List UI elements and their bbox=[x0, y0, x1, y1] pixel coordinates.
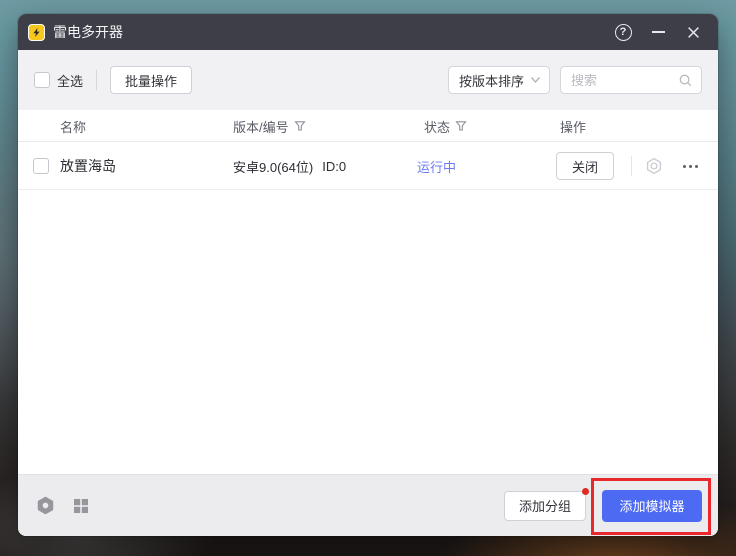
footer-bar: 添加分组 添加模拟器 bbox=[18, 474, 718, 536]
grid-icon bbox=[73, 498, 89, 514]
grid-view-button[interactable] bbox=[70, 495, 92, 517]
emulator-version-cell: 安卓9.0(64位) ID:0 bbox=[233, 142, 346, 190]
more-options-button[interactable] bbox=[678, 156, 702, 176]
emulator-id: ID:0 bbox=[322, 159, 346, 174]
toolbar: 全选 批量操作 按版本排序 bbox=[18, 50, 718, 110]
close-button[interactable] bbox=[680, 19, 706, 45]
search-box[interactable] bbox=[560, 66, 702, 94]
emulator-name: 放置海岛 bbox=[60, 142, 116, 190]
window-title: 雷电多开器 bbox=[53, 22, 123, 42]
app-window: 雷电多开器 ? 全选 批量操作 按版本排序 bbox=[18, 14, 718, 536]
table-header: 名称 版本/编号 状态 操作 bbox=[18, 110, 718, 142]
add-group-button[interactable]: 添加分组 bbox=[504, 491, 586, 521]
column-header-version: 版本/编号 bbox=[233, 110, 306, 142]
row-checkbox[interactable] bbox=[33, 158, 49, 174]
filter-funnel-icon[interactable] bbox=[455, 120, 467, 132]
search-icon bbox=[678, 73, 693, 88]
titlebar: 雷电多开器 ? bbox=[18, 14, 718, 50]
lightning-bolt-glyph bbox=[31, 27, 42, 38]
minimize-icon bbox=[652, 31, 665, 33]
column-header-status: 状态 bbox=[424, 110, 467, 142]
add-emulator-button[interactable]: 添加模拟器 bbox=[602, 490, 702, 522]
close-icon bbox=[687, 26, 700, 39]
column-header-operation: 操作 bbox=[560, 110, 586, 142]
minimize-button[interactable] bbox=[645, 19, 671, 45]
emulator-version: 安卓9.0(64位) bbox=[233, 157, 313, 176]
row-actions-divider bbox=[631, 156, 632, 176]
notification-dot bbox=[582, 488, 589, 495]
batch-operation-button[interactable]: 批量操作 bbox=[110, 66, 192, 94]
select-all-label: 全选 bbox=[57, 71, 83, 90]
sort-dropdown-value: 按版本排序 bbox=[459, 71, 530, 90]
settings-nut-icon bbox=[36, 496, 55, 515]
status-badge: 运行中 bbox=[417, 142, 456, 190]
column-header-name: 名称 bbox=[60, 110, 86, 142]
emulator-settings-button[interactable] bbox=[644, 156, 664, 176]
app-logo-lightning-icon bbox=[28, 24, 45, 41]
search-input[interactable] bbox=[563, 73, 678, 88]
sort-dropdown[interactable]: 按版本排序 bbox=[448, 66, 550, 94]
help-icon: ? bbox=[615, 24, 632, 41]
select-all-checkbox[interactable] bbox=[34, 72, 50, 88]
filter-funnel-icon[interactable] bbox=[294, 120, 306, 132]
table-row: 放置海岛 安卓9.0(64位) ID:0 运行中 关闭 bbox=[18, 142, 718, 190]
chevron-down-icon bbox=[530, 76, 541, 84]
more-options-icon bbox=[683, 165, 686, 168]
global-settings-button[interactable] bbox=[34, 495, 56, 517]
help-button[interactable]: ? bbox=[610, 19, 636, 45]
table-empty-area bbox=[18, 190, 718, 474]
settings-nut-icon bbox=[645, 157, 663, 175]
close-emulator-button[interactable]: 关闭 bbox=[556, 152, 614, 180]
toolbar-divider bbox=[96, 70, 97, 90]
